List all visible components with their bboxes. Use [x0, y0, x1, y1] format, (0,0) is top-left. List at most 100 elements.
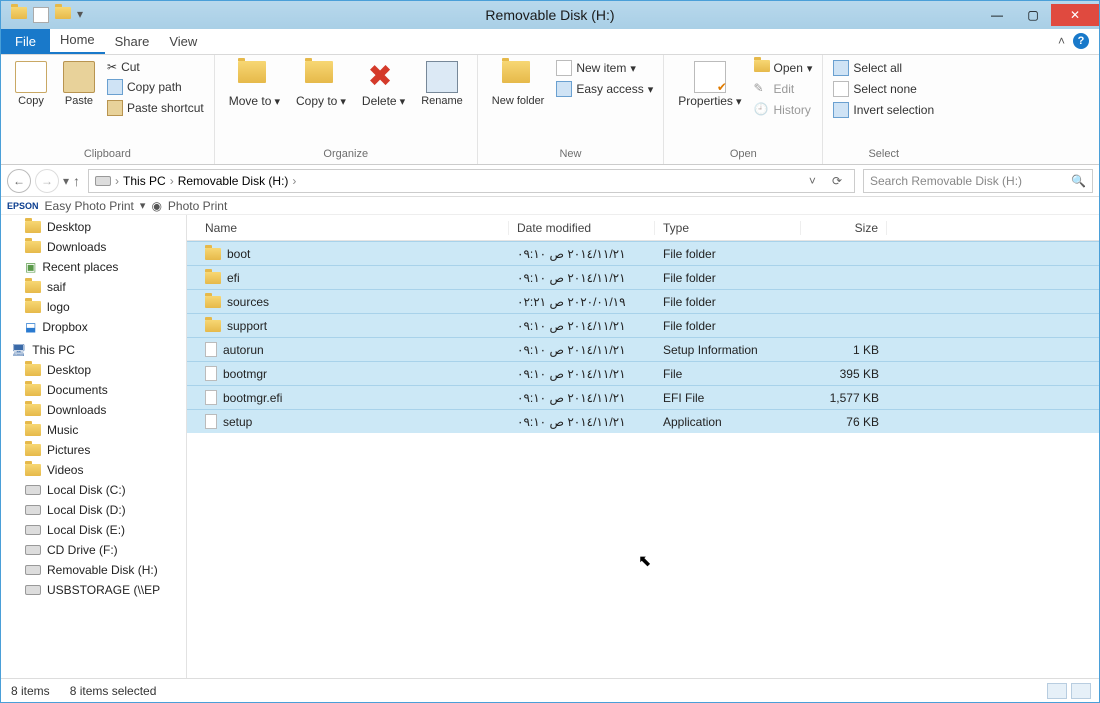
- paste-button[interactable]: Paste: [57, 59, 101, 109]
- title-bar: ▾ Removable Disk (H:) — ▢ ✕: [1, 1, 1099, 29]
- sidebar-item-local-disk--d--[interactable]: Local Disk (D:): [1, 500, 186, 520]
- up-button[interactable]: ↑: [73, 173, 80, 189]
- search-placeholder: Search Removable Disk (H:): [870, 174, 1022, 188]
- easy-photo-print[interactable]: Easy Photo Print: [45, 199, 134, 213]
- file-icon: [205, 366, 217, 381]
- chevron-right-icon[interactable]: ›: [170, 174, 174, 188]
- tab-file[interactable]: File: [1, 29, 50, 54]
- details-view-button[interactable]: [1047, 683, 1067, 699]
- epson-toolbar: EPSON Easy Photo Print ▾ ◉ Photo Print: [1, 197, 1099, 215]
- search-input[interactable]: Search Removable Disk (H:) 🔍: [863, 169, 1093, 193]
- close-button[interactable]: ✕: [1051, 4, 1099, 26]
- collapse-ribbon-icon[interactable]: ˄: [1058, 34, 1065, 48]
- col-type[interactable]: Type: [655, 221, 801, 235]
- open-button[interactable]: Open ▾: [752, 59, 815, 77]
- qat-newfolder-icon[interactable]: [55, 7, 71, 23]
- history-button[interactable]: 🕘History: [752, 101, 815, 119]
- ribbon: Copy Paste ✂Cut Copy path Paste shortcut…: [1, 55, 1099, 165]
- sidebar-item-downloads[interactable]: Downloads: [1, 400, 186, 420]
- new-item-button[interactable]: New item ▾: [554, 59, 655, 77]
- table-row[interactable]: sources٢٠٢٠/٠١/١٩ ص ٠٢:٢١File folder: [187, 289, 1099, 313]
- table-row[interactable]: bootmgr.efi٢٠١٤/١١/٢١ ص ٠٩:١٠EFI File1,5…: [187, 385, 1099, 409]
- qat-properties-icon[interactable]: [33, 7, 49, 23]
- sidebar-item-desktop[interactable]: Desktop: [1, 360, 186, 380]
- copy-path-button[interactable]: Copy path: [105, 78, 206, 96]
- table-row[interactable]: boot٢٠١٤/١١/٢١ ص ٠٩:١٠File folder: [187, 241, 1099, 265]
- tab-home[interactable]: Home: [50, 27, 105, 54]
- table-row[interactable]: efi٢٠١٤/١١/٢١ ص ٠٩:١٠File folder: [187, 265, 1099, 289]
- col-date[interactable]: Date modified: [509, 221, 655, 235]
- table-row[interactable]: setup٢٠١٤/١١/٢١ ص ٠٩:١٠Application76 KB: [187, 409, 1099, 433]
- breadcrumb[interactable]: › This PC › Removable Disk (H:) › ˅ ⟳: [88, 169, 855, 193]
- easy-access-button[interactable]: Easy access ▾: [554, 80, 655, 98]
- breadcrumb-location[interactable]: Removable Disk (H:): [178, 174, 289, 188]
- sidebar-item-usbstorage----ep[interactable]: USBSTORAGE (\\EP: [1, 580, 186, 600]
- chevron-right-icon[interactable]: ›: [115, 174, 119, 188]
- file-name: sources: [227, 295, 269, 309]
- table-row[interactable]: support٢٠١٤/١١/٢١ ص ٠٩:١٠File folder: [187, 313, 1099, 337]
- rename-button[interactable]: Rename: [415, 59, 469, 109]
- minimize-button[interactable]: —: [979, 4, 1015, 26]
- select-all-button[interactable]: Select all: [831, 59, 936, 77]
- file-list[interactable]: Name Date modified Type Size boot٢٠١٤/١١…: [187, 215, 1099, 678]
- sidebar-thispc[interactable]: 🖥 This PC: [1, 337, 186, 360]
- file-type: File: [655, 367, 801, 381]
- new-folder-button[interactable]: New folder: [486, 59, 551, 109]
- copy-button[interactable]: Copy: [9, 59, 53, 109]
- file-date: ٢٠١٤/١١/٢١ ص ٠٩:١٠: [509, 319, 655, 333]
- properties-button[interactable]: ✔Properties ▾: [672, 59, 747, 110]
- qat-explorer-icon[interactable]: [11, 7, 27, 23]
- epson-brand: EPSON: [7, 201, 39, 211]
- maximize-button[interactable]: ▢: [1015, 4, 1051, 26]
- sidebar-item-videos[interactable]: Videos: [1, 460, 186, 480]
- copy-to-button[interactable]: Copy to ▾: [290, 59, 352, 110]
- move-to-button[interactable]: Move to ▾: [223, 59, 286, 110]
- navigation-pane[interactable]: Desktop Downloads▣ Recent places saif lo…: [1, 215, 187, 678]
- photo-print[interactable]: Photo Print: [168, 199, 227, 213]
- cut-button[interactable]: ✂Cut: [105, 59, 206, 75]
- address-dropdown-icon[interactable]: ˅: [803, 174, 822, 188]
- sidebar-item-dropbox[interactable]: ⬓ Dropbox: [1, 317, 186, 337]
- breadcrumb-thispc[interactable]: This PC: [123, 174, 166, 188]
- back-button[interactable]: ←: [7, 169, 31, 193]
- sidebar-item-recent-places[interactable]: ▣ Recent places: [1, 257, 186, 277]
- edit-button[interactable]: ✎Edit: [752, 80, 815, 98]
- sidebar-item-local-disk--c--[interactable]: Local Disk (C:): [1, 480, 186, 500]
- tab-share[interactable]: Share: [105, 29, 160, 54]
- tab-view[interactable]: View: [159, 29, 207, 54]
- col-name[interactable]: Name: [197, 221, 509, 235]
- sidebar-item-cd-drive--f--[interactable]: CD Drive (F:): [1, 540, 186, 560]
- sidebar-item-downloads[interactable]: Downloads: [1, 237, 186, 257]
- col-size[interactable]: Size: [801, 221, 887, 235]
- drive-icon: [95, 176, 111, 186]
- sidebar-item-music[interactable]: Music: [1, 420, 186, 440]
- delete-button[interactable]: ✖Delete ▾: [356, 59, 411, 110]
- file-type: Setup Information: [655, 343, 801, 357]
- invert-selection-button[interactable]: Invert selection: [831, 101, 936, 119]
- sidebar-item-pictures[interactable]: Pictures: [1, 440, 186, 460]
- cursor-icon: ⬉: [638, 551, 651, 571]
- thumbnails-view-button[interactable]: [1071, 683, 1091, 699]
- table-row[interactable]: autorun٢٠١٤/١١/٢١ ص ٠٩:١٠Setup Informati…: [187, 337, 1099, 361]
- easy-access-icon: [556, 81, 572, 97]
- folder-icon: [205, 272, 221, 284]
- table-row[interactable]: bootmgr٢٠١٤/١١/٢١ ص ٠٩:١٠File395 KB: [187, 361, 1099, 385]
- refresh-icon[interactable]: ⟳: [826, 174, 848, 188]
- chevron-right-icon[interactable]: ›: [292, 174, 296, 188]
- qat-dropdown-icon[interactable]: ▾: [77, 7, 83, 23]
- help-icon[interactable]: ?: [1073, 33, 1089, 49]
- file-type: File folder: [655, 271, 801, 285]
- sidebar-item-logo[interactable]: logo: [1, 297, 186, 317]
- sidebar-item-saif[interactable]: saif: [1, 277, 186, 297]
- sidebar-item-documents[interactable]: Documents: [1, 380, 186, 400]
- edit-icon: ✎: [754, 81, 770, 97]
- file-size: 76 KB: [801, 415, 887, 429]
- select-none-button[interactable]: Select none: [831, 80, 936, 98]
- sidebar-item-desktop[interactable]: Desktop: [1, 217, 186, 237]
- recent-dropdown-icon[interactable]: ▾: [63, 174, 69, 188]
- paste-shortcut-button[interactable]: Paste shortcut: [105, 99, 206, 117]
- sidebar-item-local-disk--e--[interactable]: Local Disk (E:): [1, 520, 186, 540]
- forward-button[interactable]: →: [35, 169, 59, 193]
- column-headers[interactable]: Name Date modified Type Size: [187, 215, 1099, 241]
- sidebar-item-removable-disk--h--[interactable]: Removable Disk (H:): [1, 560, 186, 580]
